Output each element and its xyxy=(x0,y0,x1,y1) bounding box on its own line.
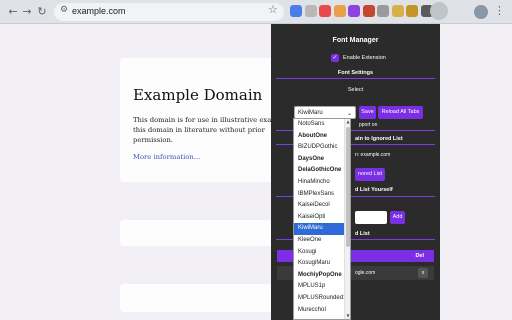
save-button[interactable]: Save xyxy=(359,106,376,119)
ignored-list-title: ain to Ignored List xyxy=(355,136,403,142)
scroll-down-icon[interactable]: ▼ xyxy=(345,313,350,318)
back-icon[interactable]: ← xyxy=(6,5,20,19)
forward-icon[interactable]: → xyxy=(20,5,34,19)
enable-label: Enable Extension xyxy=(343,55,386,61)
extension-icon[interactable] xyxy=(362,5,375,17)
extension-icon[interactable] xyxy=(319,5,331,17)
current-domain-text: n: example.com xyxy=(355,152,391,158)
page-title: Example Domain xyxy=(133,86,263,104)
dropdown-option[interactable]: BIZUDPGothic xyxy=(294,142,350,154)
dropdown-option[interactable]: MochiyPopOne xyxy=(294,270,350,282)
dropdown-option[interactable]: MPLUSRounded1c xyxy=(294,293,350,305)
font-select-value: KiwiMaru xyxy=(298,110,323,116)
dropdown-option[interactable]: KosugiMaru xyxy=(294,258,350,270)
ignored-list-section-title: d List xyxy=(355,231,370,237)
domain-input[interactable] xyxy=(355,211,387,224)
dropdown-option[interactable]: MPLUS1p xyxy=(294,281,350,293)
dropdown-option[interactable]: MurecchoI xyxy=(294,305,350,317)
reload-icon[interactable]: ↻ xyxy=(35,5,49,19)
extension-icon[interactable] xyxy=(377,5,389,17)
dropdown-option[interactable]: IBMPlexSans xyxy=(294,189,350,201)
dropdown-option[interactable]: DaysOne xyxy=(294,154,350,166)
enable-extension-row[interactable]: ✓ Enable Extension xyxy=(331,53,386,63)
dropdown-option[interactable]: NotoSans xyxy=(294,119,350,131)
extension-icon[interactable] xyxy=(391,5,404,17)
more-info-link[interactable]: More information... xyxy=(133,153,200,161)
browser-toolbar: ← → ↻ ⚙ example.com ☆ ⋮ xyxy=(0,0,512,24)
dropdown-scrollbar[interactable]: ▲ ▼ xyxy=(344,119,350,319)
ignored-domain-text: ogle.com xyxy=(355,270,376,276)
font-manager-extension-button[interactable] xyxy=(430,2,448,20)
support-text: pport on xyxy=(359,122,378,128)
site-info-icon[interactable]: ⚙ xyxy=(60,5,68,15)
add-to-ignored-list-button[interactable]: nored List xyxy=(355,168,385,181)
font-settings-title: Font Settings xyxy=(337,70,374,76)
enable-checkbox[interactable]: ✓ xyxy=(331,54,339,62)
dropdown-option[interactable]: KiwiMaru xyxy=(294,223,350,235)
extension-icon[interactable] xyxy=(290,5,302,17)
browser-menu-icon[interactable]: ⋮ xyxy=(494,4,505,17)
extension-icon[interactable] xyxy=(348,5,360,17)
dropdown-option[interactable]: DelaGothicOne xyxy=(294,165,350,177)
select-label: Select xyxy=(347,87,364,93)
del-column-label: Del xyxy=(415,253,424,259)
popup-title: Font Manager xyxy=(332,37,379,44)
add-yourself-title: d List Yourself xyxy=(355,187,393,193)
font-dropdown-list[interactable]: NotoSans AboutOne BIZUDPGothic DaysOne DelaG… xyxy=(293,118,351,320)
scrollbar-thumb[interactable] xyxy=(346,127,350,247)
dropdown-option[interactable]: HinaMincho xyxy=(294,177,350,189)
add-button[interactable]: Add xyxy=(390,211,405,224)
content-card-2 xyxy=(120,220,290,246)
content-card-3 xyxy=(120,284,290,312)
bookmark-star-icon[interactable]: ☆ xyxy=(268,3,278,16)
avatar[interactable] xyxy=(474,5,488,19)
extension-icon[interactable] xyxy=(304,5,317,17)
dropdown-option[interactable]: KaiseiDecol xyxy=(294,200,350,212)
dropdown-option[interactable]: AboutOne xyxy=(294,131,350,143)
extension-icon[interactable] xyxy=(333,5,346,17)
scroll-up-icon[interactable]: ▲ xyxy=(345,119,350,124)
extension-icon[interactable] xyxy=(406,5,418,17)
address-bar[interactable]: ⚙ example.com xyxy=(54,3,284,21)
url-text[interactable]: example.com xyxy=(72,6,126,16)
dropdown-option[interactable]: KleeOne xyxy=(294,235,350,247)
delete-row-button[interactable]: x xyxy=(418,268,428,278)
dropdown-option[interactable]: Kosugi xyxy=(294,247,350,259)
divider xyxy=(276,78,435,79)
content-card: Example Domain This domain is for use in… xyxy=(120,58,292,182)
dropdown-option[interactable]: KaiseiOpti xyxy=(294,212,350,224)
reload-all-tabs-button[interactable]: Reload All Tabs xyxy=(378,106,423,119)
page-paragraph: This domain is for use in illustrative e… xyxy=(133,116,292,144)
